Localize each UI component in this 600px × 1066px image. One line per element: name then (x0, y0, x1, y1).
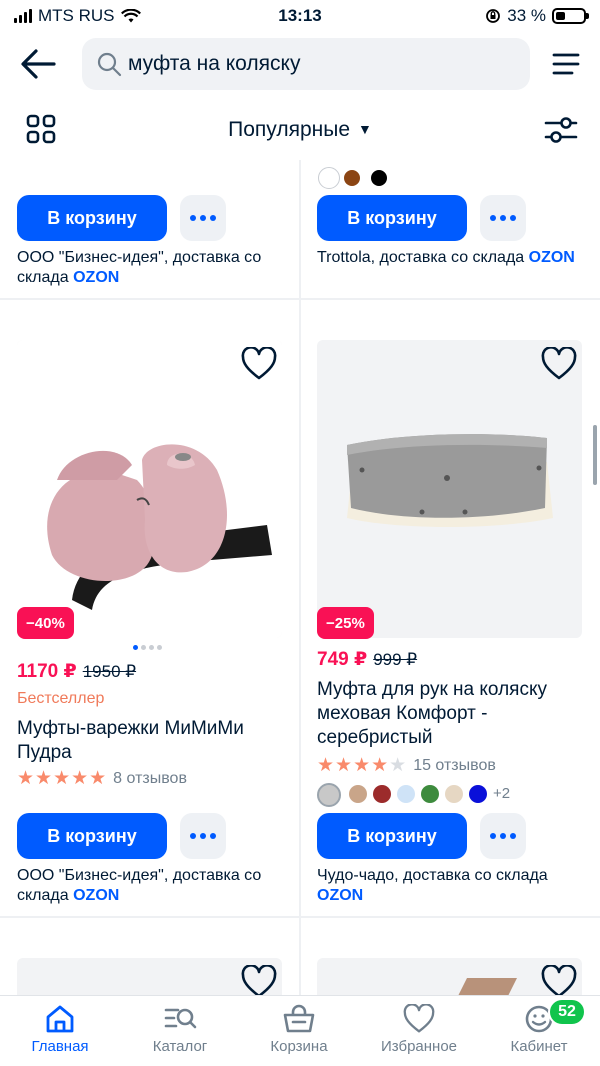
status-bar: MTS RUS 13:13 33 % (0, 0, 600, 32)
variant-swatch[interactable] (373, 785, 391, 803)
toolbar: Популярные ▼ (0, 100, 600, 160)
variant-swatch[interactable] (445, 785, 463, 803)
variant-swatch[interactable] (397, 785, 415, 803)
price-row: 749 ₽ 999 ₽ (317, 648, 417, 671)
color-swatch[interactable] (344, 170, 360, 186)
review-count: 15 отзывов (413, 756, 496, 774)
favorite-heart-icon[interactable] (541, 965, 577, 995)
product-image[interactable] (317, 340, 582, 638)
nav-label: Корзина (270, 1038, 328, 1055)
more-variants-count[interactable]: +2 (493, 785, 510, 802)
discount-badge: −25% (317, 607, 374, 639)
favorite-heart-icon[interactable] (241, 965, 277, 995)
current-price: 749 ₽ (317, 649, 368, 670)
battery-icon (552, 8, 589, 24)
caret-down-icon: ▼ (358, 121, 372, 137)
column-divider (299, 160, 301, 995)
add-to-cart-button[interactable]: В корзину (317, 813, 467, 859)
current-price: 1170 ₽ (17, 661, 77, 682)
product-title[interactable]: Муфта для рук на коляску меховая Комфорт… (317, 678, 587, 750)
variant-swatch[interactable] (317, 783, 341, 807)
search-bar[interactable] (82, 38, 530, 90)
star-rating-icon: ★★★★★ (17, 768, 108, 789)
star-rating-icon: ★★★★★ (317, 755, 408, 776)
home-icon (46, 1005, 74, 1033)
variant-swatch[interactable] (469, 785, 487, 803)
rating: ★★★★★ 8 отзывов (17, 767, 187, 790)
orientation-lock-icon (486, 9, 501, 23)
variant-swatch[interactable] (349, 785, 367, 803)
filter-icon[interactable] (544, 114, 578, 146)
variant-swatches: +2 (317, 783, 587, 809)
old-price: 999 ₽ (373, 650, 418, 669)
nav-favorites[interactable]: Избранное (364, 1004, 474, 1055)
more-options-button[interactable] (180, 813, 226, 859)
ozon-label: OZON (73, 269, 120, 286)
rating: ★★★★★ 15 отзывов (317, 754, 496, 777)
nav-label: Избранное (380, 1038, 458, 1055)
variant-swatch[interactable] (421, 785, 439, 803)
price-row: 1170 ₽ 1950 ₽ (17, 660, 136, 683)
search-input[interactable] (128, 52, 508, 76)
seller-info: Trottola, доставка со склада OZON (317, 249, 575, 266)
product-title[interactable]: Муфты-варежки МиМиМи Пудра (17, 717, 277, 765)
bottom-navigation: Главная Каталог Корзина Избранное Кабине… (0, 995, 600, 1066)
more-options-button[interactable] (480, 195, 526, 241)
mittens-image (17, 340, 282, 638)
ozon-label: OZON (528, 249, 575, 266)
row-divider (0, 298, 600, 300)
more-options-button[interactable] (180, 195, 226, 241)
bestseller-tag: Бестселлер (17, 690, 105, 707)
image-pager (133, 645, 162, 650)
ozon-label: OZON (73, 887, 120, 904)
nav-label: Главная (31, 1038, 89, 1055)
nav-catalog[interactable]: Каталог (125, 1004, 235, 1055)
heart-icon (403, 1004, 435, 1033)
nav-home[interactable]: Главная (5, 1004, 115, 1055)
color-swatch[interactable] (371, 170, 387, 186)
product-image[interactable] (17, 340, 282, 638)
cart-icon (283, 1004, 315, 1033)
search-icon (97, 52, 122, 77)
seller-info: ООО "Бизнес-идея", доставка со склада OZ… (17, 867, 262, 904)
product-feed[interactable]: В корзину ООО "Бизнес-идея", доставка со… (0, 160, 600, 995)
battery-percent: 33 % (507, 6, 546, 25)
ozon-label: OZON (317, 887, 364, 904)
sort-label: Популярные (228, 118, 350, 141)
review-count: 8 отзывов (113, 769, 187, 787)
color-swatch[interactable] (318, 167, 340, 189)
catalog-icon (164, 1008, 197, 1029)
cabinet-notification-badge: 52 (548, 998, 586, 1026)
seller-info: ООО "Бизнес-идея", доставка со склада OZ… (17, 249, 262, 286)
header (0, 32, 600, 96)
nav-cart[interactable]: Корзина (244, 1004, 354, 1055)
discount-badge: −40% (17, 607, 74, 639)
add-to-cart-button[interactable]: В корзину (17, 195, 167, 241)
seller-info: Чудо-чадо, доставка со склада OZON (317, 867, 548, 904)
favorite-heart-icon[interactable] (241, 347, 277, 381)
scrollbar[interactable] (593, 425, 597, 485)
back-arrow-icon[interactable] (18, 46, 58, 82)
row-divider (0, 916, 600, 918)
sort-dropdown[interactable]: Популярные ▼ (0, 118, 600, 142)
add-to-cart-button[interactable]: В корзину (17, 813, 167, 859)
add-to-cart-button[interactable]: В корзину (317, 195, 467, 241)
favorite-heart-icon[interactable] (541, 347, 577, 381)
menu-icon[interactable] (552, 50, 580, 78)
nav-label: Каталог (152, 1038, 208, 1055)
fur-muff-image (347, 434, 553, 527)
more-options-button[interactable] (480, 813, 526, 859)
nav-label: Кабинет (510, 1038, 568, 1055)
old-price: 1950 ₽ (82, 662, 137, 681)
